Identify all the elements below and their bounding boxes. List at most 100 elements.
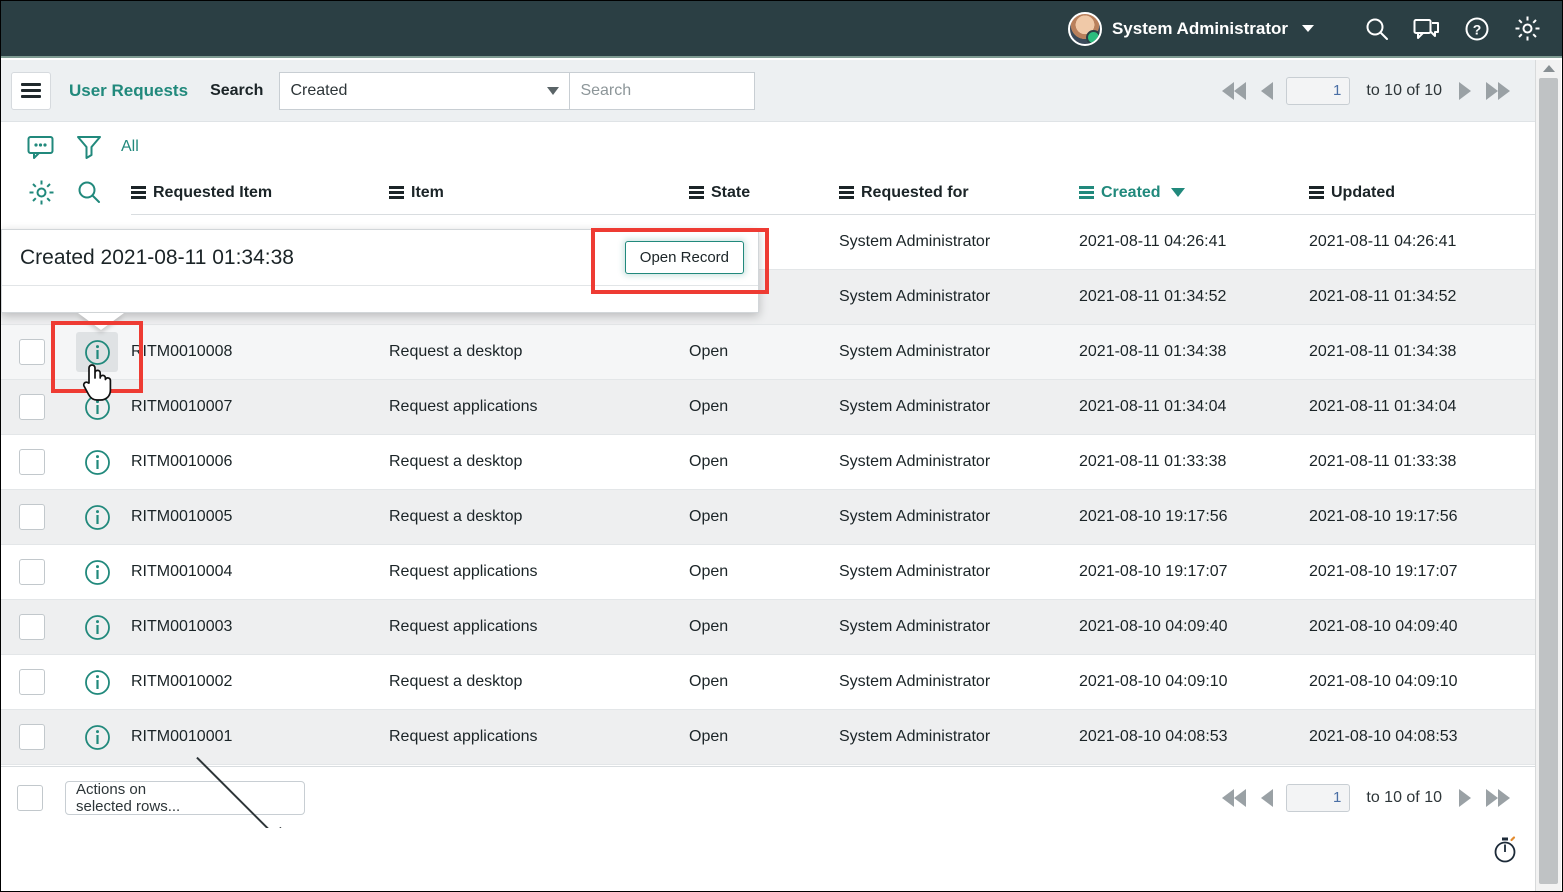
- info-icon-wrapper[interactable]: [76, 332, 118, 372]
- search-field-selector[interactable]: Created: [279, 72, 569, 110]
- row-checkbox[interactable]: [19, 559, 45, 585]
- table-row[interactable]: RITM0010008 Request a desktop Open Syste…: [1, 325, 1536, 380]
- row-checkbox[interactable]: [19, 614, 45, 640]
- table-row[interactable]: RITM0010003 Request applications Open Sy…: [1, 600, 1536, 655]
- cell-state: Open: [689, 728, 839, 746]
- table-row[interactable]: RITM0010007 Request applications Open Sy…: [1, 380, 1536, 435]
- double-arrow-left-icon[interactable]: [1214, 784, 1254, 812]
- double-arrow-left-icon[interactable]: [1214, 77, 1254, 105]
- row-preview-cell: [63, 607, 131, 647]
- scroll-up-arrow-icon[interactable]: [1536, 60, 1561, 77]
- cell-item: Request applications: [389, 728, 689, 746]
- info-icon[interactable]: [84, 669, 111, 696]
- row-preview-cell: [63, 552, 131, 592]
- svg-text:?: ?: [1473, 21, 1482, 37]
- row-checkbox[interactable]: [19, 449, 45, 475]
- table-row[interactable]: RITM0010005 Request a desktop Open Syste…: [1, 490, 1536, 545]
- column-grip-icon: [1079, 184, 1094, 202]
- table-row[interactable]: RITM0010001 Request applications Open Sy…: [1, 710, 1536, 765]
- row-checkbox[interactable]: [19, 669, 45, 695]
- info-icon[interactable]: [84, 449, 111, 476]
- row-checkbox[interactable]: [19, 339, 45, 365]
- column-header-state[interactable]: State: [689, 184, 839, 202]
- row-preview-cell: [63, 497, 131, 537]
- column-header-requested-item[interactable]: Requested Item: [131, 184, 389, 202]
- column-header-item[interactable]: Item: [389, 184, 689, 202]
- open-record-button[interactable]: Open Record: [625, 241, 744, 274]
- info-icon[interactable]: [84, 614, 111, 641]
- user-menu[interactable]: System Administrator: [1068, 12, 1314, 46]
- cell-updated: 2021-08-11 04:26:41: [1309, 233, 1539, 251]
- cell-state: Open: [689, 618, 839, 636]
- info-icon-wrapper[interactable]: [76, 662, 118, 702]
- info-icon-wrapper[interactable]: [76, 552, 118, 592]
- page-number-input[interactable]: [1286, 77, 1350, 105]
- info-icon-wrapper[interactable]: [76, 387, 118, 427]
- arrow-right-icon[interactable]: [1452, 77, 1478, 105]
- column-grip-icon: [1309, 184, 1324, 202]
- select-all-checkbox[interactable]: [17, 785, 43, 811]
- cell-updated: 2021-08-11 01:34:04: [1309, 398, 1539, 416]
- cell-state: Open: [689, 398, 839, 416]
- row-checkbox[interactable]: [19, 504, 45, 530]
- table-row[interactable]: RITM0010004 Request applications Open Sy…: [1, 545, 1536, 600]
- record-preview-popup: Created 2021-08-11 01:34:38 Open Record: [1, 229, 759, 313]
- column-label: Created: [1101, 184, 1161, 202]
- cell-requested-for: System Administrator: [839, 618, 1079, 636]
- search-icon[interactable]: [1360, 12, 1394, 46]
- actions-label: Actions on selected rows...: [76, 781, 184, 815]
- info-icon[interactable]: [84, 504, 111, 531]
- info-icon[interactable]: [84, 339, 111, 366]
- cell-state: Open: [689, 508, 839, 526]
- column-grip-icon: [131, 184, 146, 202]
- gear-icon[interactable]: [17, 172, 65, 212]
- table-row[interactable]: RITM0010002 Request a desktop Open Syste…: [1, 655, 1536, 710]
- search-input[interactable]: [569, 72, 755, 110]
- row-preview-cell: [63, 662, 131, 702]
- row-preview-cell: [63, 717, 131, 757]
- row-checkbox[interactable]: [19, 724, 45, 750]
- arrow-right-icon[interactable]: [1452, 784, 1478, 812]
- info-icon[interactable]: [84, 724, 111, 751]
- row-select-cell: [1, 394, 63, 420]
- scrollbar-thumb[interactable]: [1539, 78, 1558, 884]
- info-icon-wrapper[interactable]: [76, 717, 118, 757]
- info-icon-wrapper[interactable]: [76, 497, 118, 537]
- filter-all-label[interactable]: All: [121, 138, 139, 156]
- info-icon[interactable]: [84, 559, 111, 586]
- cell-item: Request a desktop: [389, 343, 689, 361]
- column-grip-icon: [689, 184, 704, 202]
- arrow-left-icon[interactable]: [1254, 784, 1280, 812]
- breadcrumb[interactable]: User Requests: [69, 81, 188, 101]
- vertical-scrollbar[interactable]: [1535, 60, 1561, 891]
- comment-bubble-icon[interactable]: [17, 127, 65, 167]
- cell-created: 2021-08-10 04:08:53: [1079, 728, 1309, 746]
- popup-header: Created 2021-08-11 01:34:38 Open Record: [2, 230, 758, 286]
- cell-requested-for: System Administrator: [839, 343, 1079, 361]
- arrow-left-icon[interactable]: [1254, 77, 1280, 105]
- column-header-created[interactable]: Created: [1079, 184, 1309, 202]
- page-number-input[interactable]: [1286, 784, 1350, 812]
- cell-updated: 2021-08-11 01:34:38: [1309, 343, 1539, 361]
- search-field-group: Created: [279, 72, 755, 110]
- info-icon-wrapper[interactable]: [76, 442, 118, 482]
- actions-on-selected-rows-select[interactable]: Actions on selected rows...: [65, 781, 305, 815]
- filter-funnel-icon[interactable]: [65, 127, 113, 167]
- column-header-requested-for[interactable]: Requested for: [839, 184, 1079, 202]
- double-arrow-right-icon[interactable]: [1478, 77, 1518, 105]
- conversation-icon[interactable]: [1410, 12, 1444, 46]
- gear-icon[interactable]: [1510, 12, 1544, 46]
- stopwatch-icon[interactable]: [1492, 834, 1518, 869]
- double-arrow-right-icon[interactable]: [1478, 784, 1518, 812]
- cell-item: Request applications: [389, 563, 689, 581]
- column-header-updated[interactable]: Updated: [1309, 184, 1539, 202]
- hamburger-icon[interactable]: [11, 72, 51, 110]
- info-icon-wrapper[interactable]: [76, 607, 118, 647]
- magnifier-icon[interactable]: [65, 172, 113, 212]
- table-row[interactable]: RITM0010006 Request a desktop Open Syste…: [1, 435, 1536, 490]
- cell-requested-for: System Administrator: [839, 563, 1079, 581]
- cell-item: Request applications: [389, 618, 689, 636]
- help-icon[interactable]: ?: [1460, 12, 1494, 46]
- info-icon[interactable]: [84, 394, 111, 421]
- row-checkbox[interactable]: [19, 394, 45, 420]
